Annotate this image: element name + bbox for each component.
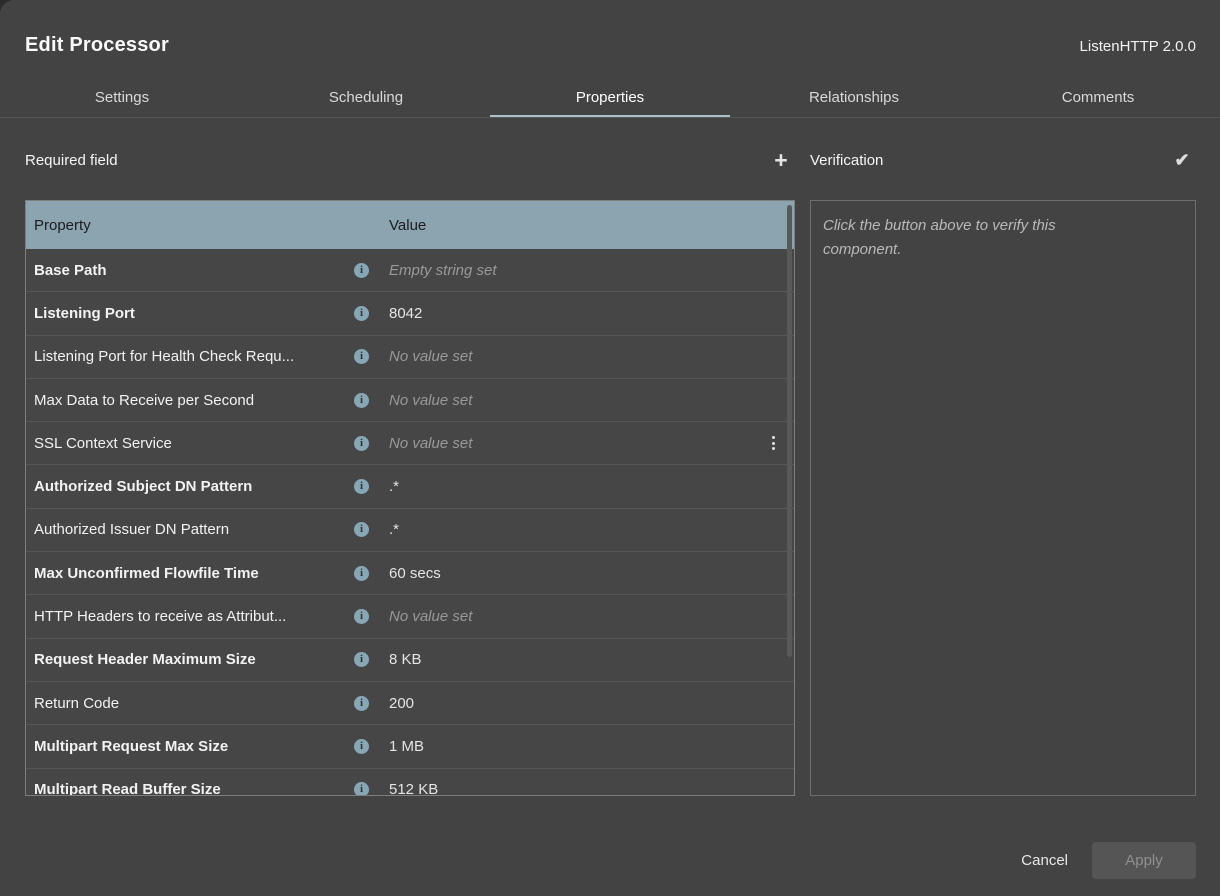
property-name: Max Unconfirmed Flowfile Time [26, 565, 354, 582]
property-value[interactable]: 60 secs [389, 565, 794, 582]
check-icon: ✔ [1174, 151, 1189, 169]
add-property-button[interactable]: + [767, 146, 795, 174]
properties-section-header: Required field + [25, 142, 795, 178]
table-row[interactable]: Base Path i Empty string set [26, 249, 794, 292]
property-name: Authorized Subject DN Pattern [26, 478, 354, 495]
property-value[interactable]: 200 [389, 695, 794, 712]
dialog-footer: Cancel Apply [1021, 842, 1196, 879]
table-row[interactable]: Return Code i 200 [26, 682, 794, 725]
info-icon[interactable]: i [354, 566, 369, 581]
property-name: Multipart Read Buffer Size [26, 781, 354, 796]
property-value[interactable]: No value set [389, 392, 794, 409]
verification-results-box: Click the button above to verify this co… [810, 200, 1196, 796]
properties-column: Required field + Property Value Base Pat… [25, 142, 795, 796]
kebab-menu-icon[interactable] [758, 436, 788, 450]
cancel-button[interactable]: Cancel [1021, 852, 1068, 869]
info-icon[interactable]: i [354, 739, 369, 754]
info-icon[interactable]: i [354, 436, 369, 451]
properties-tab-content: Required field + Property Value Base Pat… [0, 118, 1220, 796]
table-body: Base Path i Empty string set Listening P… [26, 249, 794, 796]
tab-comments[interactable]: Comments [976, 77, 1220, 117]
verification-message: Click the button above to verify this co… [823, 214, 1128, 262]
property-value[interactable]: .* [389, 478, 794, 495]
info-icon[interactable]: i [354, 782, 369, 796]
table-scrollbar-thumb[interactable] [787, 205, 792, 657]
info-icon[interactable]: i [354, 522, 369, 537]
property-name: Max Data to Receive per Second [26, 392, 354, 409]
property-name: Authorized Issuer DN Pattern [26, 521, 354, 538]
table-row[interactable]: Max Unconfirmed Flowfile Time i 60 secs [26, 552, 794, 595]
processor-type-version: ListenHTTP 2.0.0 [1080, 38, 1196, 55]
table-row[interactable]: Listening Port i 8042 [26, 292, 794, 335]
edit-processor-dialog: Edit Processor ListenHTTP 2.0.0 Settings… [0, 0, 1220, 896]
table-row[interactable]: Multipart Read Buffer Size i 512 KB [26, 769, 794, 796]
property-name: HTTP Headers to receive as Attribut... [26, 608, 354, 625]
property-value[interactable]: 1 MB [389, 738, 794, 755]
column-header-value: Value [389, 217, 794, 234]
property-name: Listening Port [26, 305, 354, 322]
info-icon[interactable]: i [354, 696, 369, 711]
info-icon[interactable]: i [354, 609, 369, 624]
property-name: Listening Port for Health Check Requ... [26, 348, 354, 365]
tab-bar: Settings Scheduling Properties Relations… [0, 77, 1220, 118]
info-icon[interactable]: i [354, 306, 369, 321]
table-row[interactable]: Max Data to Receive per Second i No valu… [26, 379, 794, 422]
info-icon[interactable]: i [354, 479, 369, 494]
verify-button[interactable]: ✔ [1168, 146, 1196, 174]
table-row[interactable]: Authorized Subject DN Pattern i .* [26, 465, 794, 508]
required-field-label: Required field [25, 152, 118, 169]
property-name: SSL Context Service [26, 435, 354, 452]
property-value[interactable]: 8042 [389, 305, 794, 322]
property-value[interactable]: .* [389, 521, 794, 538]
info-icon[interactable]: i [354, 263, 369, 278]
info-icon[interactable]: i [354, 393, 369, 408]
property-name: Return Code [26, 695, 354, 712]
tab-properties[interactable]: Properties [488, 77, 732, 117]
tab-scheduling[interactable]: Scheduling [244, 77, 488, 117]
table-header-row: Property Value [26, 201, 794, 249]
table-row[interactable]: Multipart Request Max Size i 1 MB [26, 725, 794, 768]
properties-table: Property Value Base Path i Empty string … [25, 200, 795, 796]
table-row[interactable]: SSL Context Service i No value set [26, 422, 794, 465]
info-icon[interactable]: i [354, 652, 369, 667]
property-value[interactable]: 8 KB [389, 651, 794, 668]
dialog-header: Edit Processor ListenHTTP 2.0.0 [0, 0, 1220, 57]
property-name: Multipart Request Max Size [26, 738, 354, 755]
table-row[interactable]: Authorized Issuer DN Pattern i .* [26, 509, 794, 552]
verification-section-header: Verification ✔ [810, 142, 1196, 178]
page-title: Edit Processor [25, 34, 169, 57]
table-row[interactable]: Listening Port for Health Check Requ... … [26, 336, 794, 379]
plus-icon: + [774, 149, 787, 172]
tab-relationships[interactable]: Relationships [732, 77, 976, 117]
verification-column: Verification ✔ Click the button above to… [810, 142, 1196, 796]
property-name: Base Path [26, 262, 354, 279]
table-row[interactable]: Request Header Maximum Size i 8 KB [26, 639, 794, 682]
property-value[interactable]: 512 KB [389, 781, 794, 796]
apply-button[interactable]: Apply [1092, 842, 1196, 879]
column-header-property: Property [26, 217, 389, 234]
property-value[interactable]: Empty string set [389, 262, 794, 279]
property-value[interactable]: No value set [389, 348, 794, 365]
property-value[interactable]: No value set [389, 435, 758, 452]
info-icon[interactable]: i [354, 349, 369, 364]
table-row[interactable]: HTTP Headers to receive as Attribut... i… [26, 595, 794, 638]
tab-settings[interactable]: Settings [0, 77, 244, 117]
verification-label: Verification [810, 152, 883, 169]
property-name: Request Header Maximum Size [26, 651, 354, 668]
property-value[interactable]: No value set [389, 608, 794, 625]
